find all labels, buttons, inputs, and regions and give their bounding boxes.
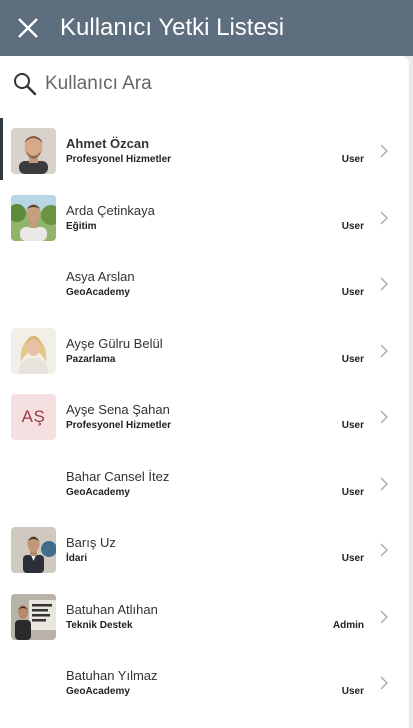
user-role: Admin bbox=[332, 619, 364, 631]
chevron-right-icon bbox=[380, 277, 388, 291]
list-item[interactable]: Batuhan Yılmaz GeoAcademy User bbox=[0, 650, 409, 717]
user-role: User bbox=[341, 353, 364, 365]
user-list-panel: Ahmet Özcan Profesyonel Hizmetler User bbox=[0, 56, 409, 728]
user-department: GeoAcademy bbox=[66, 287, 130, 298]
avatar bbox=[11, 128, 56, 174]
search-icon bbox=[14, 73, 37, 96]
user-role: User bbox=[341, 486, 364, 498]
user-name: Batuhan Atlıhan bbox=[66, 601, 158, 617]
user-department: İdari bbox=[66, 553, 88, 564]
list-item[interactable]: Batuhan Atlıhan Teknik Destek Admin bbox=[0, 584, 409, 651]
avatar-initials: AŞ bbox=[11, 394, 56, 440]
user-department: Profesyonel Hizmetler bbox=[66, 154, 172, 165]
list-item[interactable]: Asya Arslan GeoAcademy User bbox=[0, 251, 409, 318]
chevron-right-icon bbox=[380, 410, 388, 424]
avatar bbox=[11, 593, 56, 640]
user-department: GeoAcademy bbox=[66, 686, 130, 697]
chevron-right-icon bbox=[380, 543, 388, 557]
chevron-right-icon bbox=[380, 144, 388, 158]
avatar bbox=[11, 327, 56, 374]
user-name: Ayşe Sena Şahan bbox=[66, 402, 170, 417]
user-name: Ahmet Özcan bbox=[66, 136, 150, 151]
user-name: Asya Arslan bbox=[66, 269, 135, 284]
chevron-right-icon bbox=[380, 344, 388, 357]
close-icon[interactable] bbox=[14, 14, 42, 42]
user-department: Eğitim bbox=[66, 220, 97, 232]
search-input[interactable] bbox=[45, 70, 385, 98]
user-name: Ayşe Gülru Belül bbox=[66, 335, 163, 351]
user-role: User bbox=[341, 686, 364, 697]
user-role: User bbox=[341, 553, 364, 564]
chevron-right-icon bbox=[380, 610, 388, 623]
search-bar bbox=[0, 56, 409, 112]
page-title: Kullanıcı Yetki Listesi bbox=[60, 14, 285, 41]
chevron-right-icon bbox=[380, 477, 388, 490]
user-role: User bbox=[341, 220, 364, 232]
user-name: Arda Çetinkaya bbox=[66, 202, 155, 218]
list-item[interactable]: Arda Çetinkaya Eğitim User bbox=[0, 185, 409, 252]
avatar bbox=[11, 527, 56, 573]
avatar bbox=[11, 194, 56, 241]
user-list: Ahmet Özcan Profesyonel Hizmetler User A… bbox=[0, 118, 409, 717]
user-name: Bahar Cansel İtez bbox=[66, 468, 170, 484]
user-department: Teknik Destek bbox=[66, 619, 133, 631]
user-role: User bbox=[341, 287, 364, 298]
user-department: Profesyonel Hizmetler bbox=[66, 420, 172, 431]
user-department: Pazarlama bbox=[66, 353, 116, 365]
chevron-right-icon bbox=[380, 676, 388, 690]
list-item[interactable]: Ayşe Gülru Belül Pazarlama User bbox=[0, 318, 409, 385]
chevron-right-icon bbox=[380, 211, 388, 224]
list-item[interactable]: Bahar Cansel İtez GeoAcademy User bbox=[0, 451, 409, 518]
user-department: GeoAcademy bbox=[66, 486, 130, 498]
user-name: Barış Uz bbox=[66, 535, 116, 550]
user-name: Batuhan Yılmaz bbox=[66, 668, 158, 683]
user-role: User bbox=[341, 154, 364, 165]
list-item[interactable]: AŞ Ayşe Sena Şahan Profesyonel Hizmetler… bbox=[0, 384, 409, 451]
user-role: User bbox=[341, 420, 364, 431]
header-bar: Kullanıcı Yetki Listesi bbox=[0, 0, 413, 56]
list-item[interactable]: Ahmet Özcan Profesyonel Hizmetler User bbox=[0, 118, 409, 185]
list-item[interactable]: Barış Uz İdari User bbox=[0, 517, 409, 584]
